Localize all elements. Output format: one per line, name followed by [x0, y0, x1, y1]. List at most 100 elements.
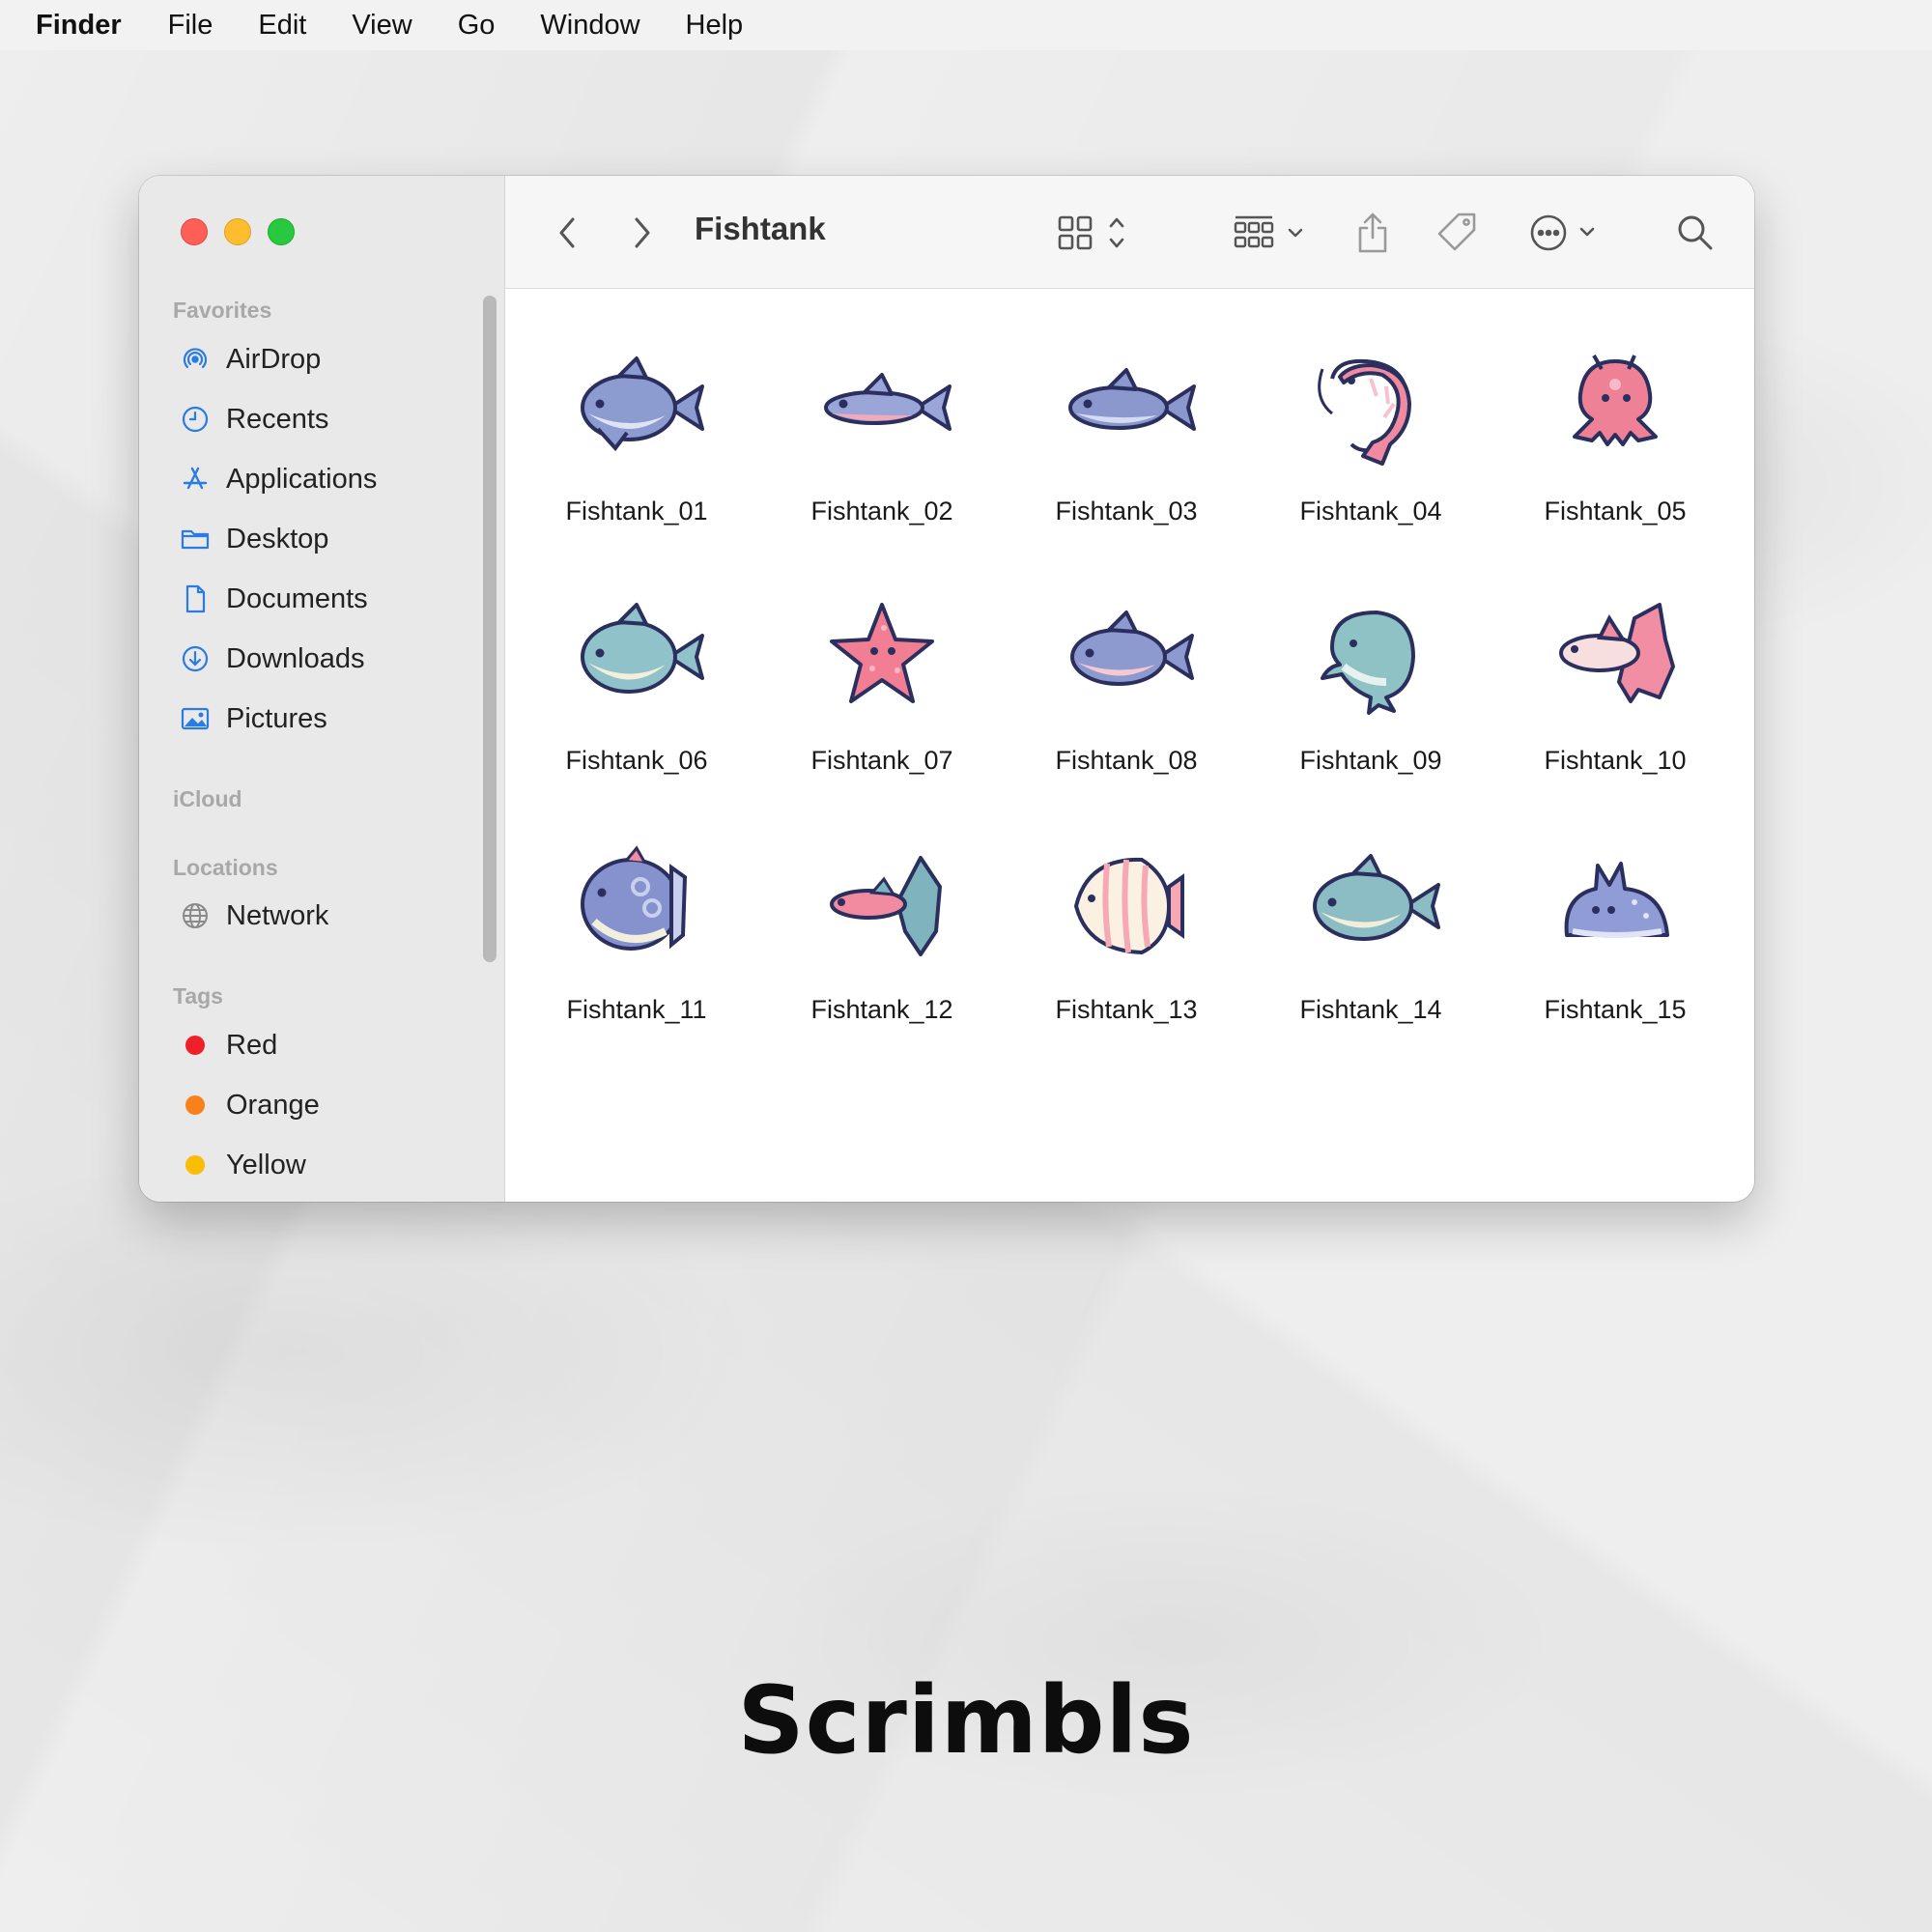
- finder-window: Favorites AirDrop Recents Applications D…: [139, 176, 1754, 1202]
- sidebar-item-tag-red[interactable]: Red: [178, 1026, 277, 1065]
- fish-icon: [1313, 854, 1440, 941]
- starfish-icon: [830, 603, 934, 703]
- sidebar-item-label: Downloads: [226, 642, 365, 674]
- file-item[interactable]: Fishtank_02: [785, 340, 979, 526]
- file-name: Fishtank_08: [1055, 746, 1198, 775]
- toolbar: Fishtank: [505, 176, 1754, 289]
- sidebar-item-label: Desktop: [226, 523, 329, 554]
- folder-icon: [178, 522, 213, 556]
- sidebar-item-downloads[interactable]: Downloads: [178, 639, 364, 678]
- sidebar-item-applications[interactable]: Applications: [178, 460, 377, 498]
- sidebar-item-label: Orange: [226, 1089, 320, 1121]
- fish-icon: [824, 373, 952, 431]
- file-name: Fishtank_13: [1055, 995, 1198, 1024]
- fish-icon: [581, 356, 704, 452]
- file-item[interactable]: Fishtank_12: [785, 838, 979, 1025]
- clock-icon: [178, 402, 213, 437]
- tag-dot-icon: [178, 1028, 213, 1063]
- file-name: Fishtank_06: [565, 746, 708, 775]
- main-content: Fishtank Fishtank_01 Fishtank_02 Fishtan…: [505, 176, 1754, 1202]
- minimize-button[interactable]: [224, 218, 251, 245]
- section-locations: Locations: [173, 855, 278, 880]
- sidebar-item-documents[interactable]: Documents: [178, 580, 368, 618]
- file-name: Fishtank_05: [1544, 497, 1687, 526]
- file-item[interactable]: Fishtank_09: [1274, 589, 1467, 776]
- back-chevron-icon[interactable]: [548, 209, 586, 257]
- dolphin-icon: [1321, 611, 1415, 715]
- sidebar-item-network[interactable]: Network: [178, 896, 328, 935]
- menu-file[interactable]: File: [168, 10, 213, 42]
- menu-go[interactable]: Go: [458, 10, 496, 42]
- file-item[interactable]: Fishtank_11: [540, 838, 733, 1025]
- file-name: Fishtank_10: [1544, 746, 1687, 775]
- sidebar-item-desktop[interactable]: Desktop: [178, 520, 328, 558]
- section-icloud[interactable]: iCloud: [173, 786, 242, 812]
- sidebar-item-tag-yellow[interactable]: Yellow: [178, 1146, 306, 1184]
- file-name: Fishtank_07: [810, 746, 953, 775]
- file-item[interactable]: Fishtank_15: [1519, 838, 1712, 1025]
- more-icon[interactable]: [1527, 209, 1605, 257]
- sidebar-item-label: Recents: [226, 403, 329, 435]
- file-name: Fishtank_01: [565, 497, 708, 526]
- sidebar-item-tag-orange[interactable]: Orange: [178, 1086, 320, 1124]
- sidebar-item-label: Documents: [226, 582, 368, 614]
- fish-icon: [581, 603, 704, 694]
- document-icon: [178, 582, 213, 616]
- file-name: Fishtank_11: [566, 995, 707, 1024]
- sunfish-icon: [581, 845, 688, 951]
- file-item[interactable]: Fishtank_04: [1274, 340, 1467, 526]
- menu-help[interactable]: Help: [686, 10, 744, 42]
- close-button[interactable]: [181, 218, 208, 245]
- file-name: Fishtank_04: [1299, 497, 1442, 526]
- airdrop-icon: [178, 342, 213, 377]
- file-item[interactable]: Fishtank_07: [785, 589, 979, 776]
- file-item[interactable]: Fishtank_06: [540, 589, 733, 776]
- octopus-icon: [1573, 355, 1658, 446]
- window-controls: [181, 218, 295, 245]
- brand-wordmark: Scrimbls: [737, 1666, 1195, 1775]
- file-item[interactable]: Fishtank_05: [1519, 340, 1712, 526]
- shrimp-icon: [1318, 358, 1411, 466]
- tag-icon[interactable]: [1435, 209, 1481, 257]
- menu-view[interactable]: View: [352, 10, 412, 42]
- file-item[interactable]: Fishtank_03: [1030, 340, 1223, 526]
- forward-chevron-icon[interactable]: [623, 209, 662, 257]
- file-name: Fishtank_12: [810, 995, 953, 1024]
- menu-app-finder[interactable]: Finder: [36, 10, 122, 42]
- file-name: Fishtank_15: [1544, 995, 1687, 1024]
- sidebar-item-pictures[interactable]: Pictures: [178, 699, 327, 738]
- file-item[interactable]: Fishtank_01: [540, 340, 733, 526]
- section-tags: Tags: [173, 983, 223, 1009]
- menu-window[interactable]: Window: [540, 10, 639, 42]
- tag-dot-icon: [178, 1088, 213, 1122]
- window-title: Fishtank: [695, 211, 826, 246]
- sidebar-item-label: Applications: [226, 463, 378, 495]
- sidebar-item-label: AirDrop: [226, 343, 322, 375]
- download-icon: [178, 641, 213, 676]
- sidebar-scrollbar[interactable]: [483, 296, 497, 962]
- file-name: Fishtank_02: [810, 497, 953, 526]
- file-item[interactable]: Fishtank_10: [1519, 589, 1712, 776]
- icon-view-icon[interactable]: [1056, 209, 1133, 257]
- share-icon[interactable]: [1353, 209, 1392, 257]
- file-item[interactable]: Fishtank_14: [1274, 838, 1467, 1025]
- guppy-icon: [830, 856, 942, 956]
- sidebar-item-recents[interactable]: Recents: [178, 400, 328, 439]
- applications-icon: [178, 462, 213, 497]
- fish-icon: [1068, 368, 1196, 431]
- menu-edit[interactable]: Edit: [258, 10, 306, 42]
- search-icon[interactable]: [1674, 209, 1717, 257]
- tag-dot-icon: [178, 1148, 213, 1182]
- sea-bunny-icon: [1564, 862, 1669, 938]
- sidebar-item-label: Red: [226, 1029, 278, 1061]
- sidebar-item-label: Pictures: [226, 702, 327, 734]
- file-item[interactable]: Fishtank_08: [1030, 589, 1223, 776]
- angelfish-icon: [1073, 857, 1184, 955]
- network-icon: [178, 898, 213, 933]
- sidebar-item-label: Yellow: [226, 1149, 306, 1180]
- group-icon[interactable]: [1232, 209, 1313, 257]
- zoom-button[interactable]: [268, 218, 295, 245]
- file-item[interactable]: Fishtank_13: [1030, 838, 1223, 1025]
- sidebar-item-label: Network: [226, 899, 329, 931]
- sidebar-item-airdrop[interactable]: AirDrop: [178, 340, 321, 379]
